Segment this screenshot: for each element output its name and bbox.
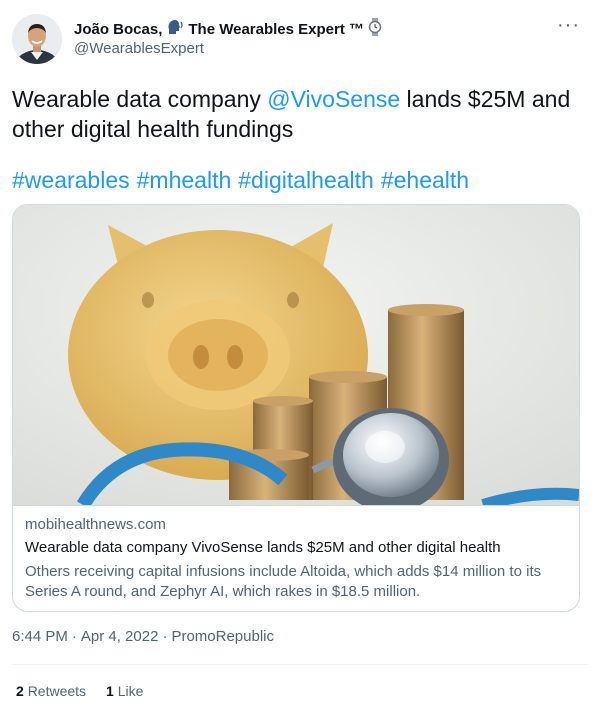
person-avatar-icon	[12, 14, 62, 64]
watch-icon	[368, 18, 382, 40]
tweet-text-before: Wearable data company	[12, 86, 268, 112]
tweet-time[interactable]: 6:44 PM	[12, 628, 68, 645]
likes-count: 1	[106, 683, 114, 699]
author-avatar[interactable]	[12, 14, 62, 64]
tweet-text: Wearable data company @VivoSense lands $…	[12, 84, 582, 144]
link-preview-card[interactable]: mobihealthnews.com Wearable data company…	[12, 204, 580, 612]
more-options-icon[interactable]: ···	[557, 14, 580, 37]
hashtags: #wearables #mhealth #digitalhealth #ehea…	[12, 165, 469, 195]
card-description: Others receiving capital infusions inclu…	[25, 563, 542, 600]
hashtag-link[interactable]: #mhealth	[137, 165, 232, 195]
hashtag-link[interactable]: #ehealth	[381, 165, 469, 195]
likes-stat[interactable]: 1 Like	[106, 683, 143, 699]
mention-link[interactable]: @VivoSense	[267, 86, 400, 112]
card-title: Wearable data company VivoSense lands $2…	[25, 539, 501, 556]
card-divider	[13, 505, 579, 506]
author-display-name[interactable]: João Bocas,	[74, 21, 162, 38]
meta-separator: ·	[162, 628, 168, 645]
engagement-stats: 2 Retweets 1 Like	[16, 683, 143, 699]
divider	[12, 664, 588, 665]
author-handle[interactable]: @WearablesExpert	[74, 40, 204, 57]
author-name-row[interactable]: João Bocas, The Wearables Expert ™	[74, 18, 382, 40]
hashtag-link[interactable]: #digitalhealth	[238, 165, 374, 195]
hashtag-link[interactable]: #wearables	[12, 165, 130, 195]
retweets-label: Retweets	[27, 683, 87, 699]
author-title[interactable]: The Wearables Expert ™	[188, 21, 364, 38]
tweet-source[interactable]: PromoRepublic	[171, 628, 274, 645]
card-image	[13, 205, 579, 505]
tweet: João Bocas, The Wearables Expert ™ @Wear…	[0, 0, 600, 709]
card-domain: mobihealthnews.com	[25, 516, 166, 533]
retweets-stat[interactable]: 2 Retweets	[16, 683, 86, 699]
meta-separator: ·	[71, 628, 77, 645]
tweet-date[interactable]: Apr 4, 2022	[81, 628, 159, 645]
retweets-count: 2	[16, 683, 24, 699]
likes-label: Like	[117, 683, 144, 699]
tweet-meta: 6:44 PM · Apr 4, 2022 · PromoRepublic	[12, 628, 274, 645]
speaking-head-icon	[166, 18, 184, 40]
